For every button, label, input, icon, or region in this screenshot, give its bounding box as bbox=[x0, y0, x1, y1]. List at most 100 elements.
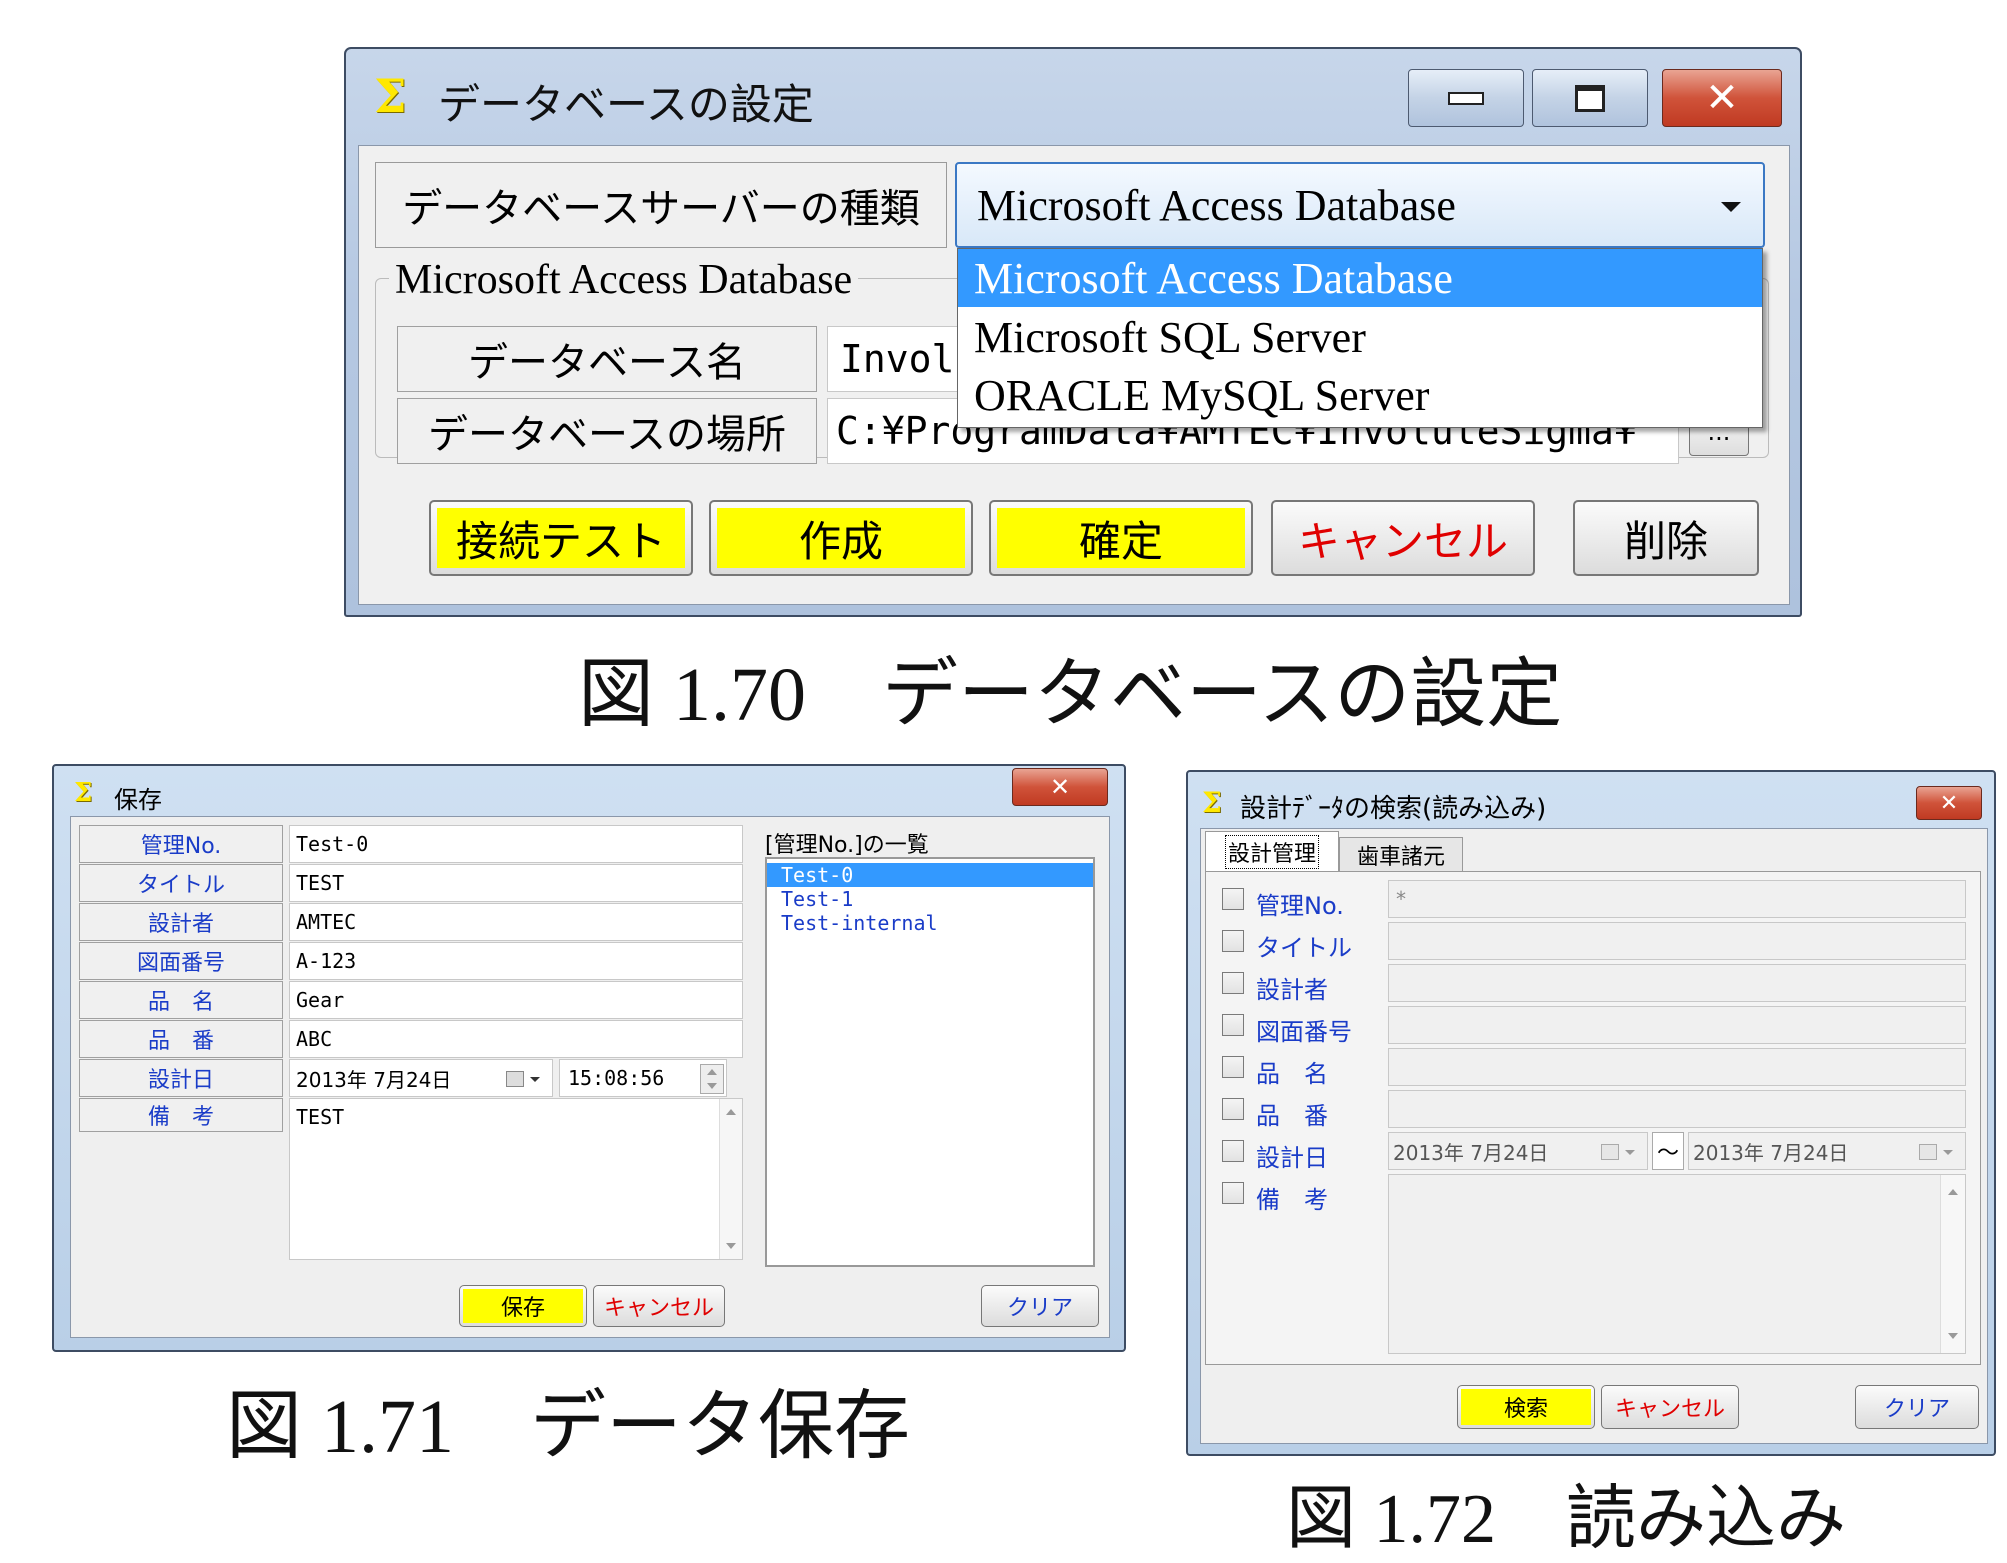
clear-button[interactable]: クリア bbox=[1855, 1385, 1979, 1429]
product-name-field[interactable]: Gear bbox=[289, 981, 743, 1019]
dropdown-option-mysql[interactable]: ORACLE MySQL Server bbox=[958, 367, 1762, 423]
remarks-scrollbar[interactable] bbox=[1940, 1175, 1965, 1353]
checkbox-remarks[interactable] bbox=[1222, 1182, 1244, 1204]
save-button[interactable]: 保存 bbox=[459, 1285, 587, 1327]
drawing-no-field[interactable]: A-123 bbox=[289, 942, 743, 980]
dropdown-option-access[interactable]: Microsoft Access Database bbox=[958, 249, 1762, 307]
checkbox-product-name[interactable] bbox=[1222, 1056, 1244, 1078]
spin-down-icon bbox=[707, 1083, 717, 1089]
checkbox-product-no[interactable] bbox=[1222, 1098, 1244, 1120]
list-item-selected[interactable]: Test-0 bbox=[767, 863, 1093, 887]
sigma-app-icon: Σ bbox=[1202, 786, 1222, 819]
figure-caption-1-70: 図 1.70 データベースの設定 bbox=[578, 653, 1563, 737]
remarks-scrollbar[interactable] bbox=[719, 1099, 742, 1259]
design-data-search-window: Σ 設計ﾃﾞｰﾀの検索(読み込み) ✕ 設計管理 歯車諸元 管理No. タイトル… bbox=[1186, 770, 1996, 1456]
tab-design-management[interactable]: 設計管理 bbox=[1205, 831, 1339, 872]
close-button[interactable]: ✕ bbox=[1012, 768, 1108, 806]
label-column: 管理No. タイトル 設計者 図面番号 品 名 品 番 設計日 備 考 bbox=[79, 825, 283, 1132]
date-range-separator: 〜 bbox=[1652, 1132, 1684, 1170]
field-label-designer: 設計者 bbox=[1256, 976, 1328, 1004]
date-from-picker[interactable]: 2013年 7月24日 bbox=[1388, 1132, 1648, 1170]
calendar-icon[interactable] bbox=[1919, 1144, 1937, 1160]
field-label-kanri: 管理No. bbox=[1256, 892, 1344, 920]
server-type-label: データベースサーバーの種類 bbox=[375, 162, 947, 248]
field-label-product-no: 品 番 bbox=[1256, 1102, 1328, 1130]
drawing-no-search-field[interactable] bbox=[1388, 1006, 1966, 1044]
create-button[interactable]: 作成 bbox=[709, 500, 973, 576]
window-title: 設計ﾃﾞｰﾀの検索(読み込み) bbox=[1240, 794, 1547, 824]
checkbox-kanri[interactable] bbox=[1222, 888, 1244, 910]
product-name-search-field[interactable] bbox=[1388, 1048, 1966, 1086]
checkbox-title[interactable] bbox=[1222, 930, 1244, 952]
db-name-label: データベース名 bbox=[397, 326, 817, 392]
minimize-icon bbox=[1448, 91, 1484, 105]
server-type-select[interactable]: Microsoft Access Database bbox=[955, 162, 1765, 248]
product-no-search-field[interactable] bbox=[1388, 1090, 1966, 1128]
designer-search-field[interactable] bbox=[1388, 964, 1966, 1002]
time-spinner[interactable] bbox=[700, 1064, 724, 1094]
chevron-down-icon bbox=[1943, 1150, 1953, 1155]
close-button[interactable]: ✕ bbox=[1916, 786, 1982, 820]
field-label-date: 設計日 bbox=[1256, 1144, 1328, 1172]
date-picker[interactable]: 2013年 7月24日 bbox=[289, 1059, 553, 1097]
field-label-title: タイトル bbox=[1256, 934, 1352, 962]
clear-button[interactable]: クリア bbox=[981, 1285, 1099, 1327]
designer-field[interactable]: AMTEC bbox=[289, 903, 743, 941]
maximize-icon bbox=[1575, 84, 1605, 112]
save-window: Σ 保存 ✕ 管理No. タイトル 設計者 図面番号 品 名 品 番 設計日 備… bbox=[52, 764, 1126, 1352]
chevron-down-icon bbox=[1625, 1150, 1635, 1155]
connection-test-button[interactable]: 接続テスト bbox=[429, 500, 693, 576]
groupbox-label: Microsoft Access Database bbox=[389, 256, 859, 304]
list-header: [管理No.]の一覧 bbox=[765, 833, 929, 858]
field-label-kanri: 管理No. bbox=[79, 825, 283, 863]
chevron-down-icon bbox=[530, 1077, 540, 1082]
checkbox-drawing-no[interactable] bbox=[1222, 1014, 1244, 1036]
cancel-button[interactable]: キャンセル bbox=[593, 1285, 725, 1327]
date-to-picker[interactable]: 2013年 7月24日 bbox=[1688, 1132, 1966, 1170]
cancel-button[interactable]: キャンセル bbox=[1601, 1385, 1739, 1429]
calendar-icon[interactable] bbox=[1601, 1144, 1619, 1160]
kanri-field[interactable]: Test-0 bbox=[289, 825, 743, 863]
tab-gear-specs[interactable]: 歯車諸元 bbox=[1339, 837, 1463, 872]
close-button[interactable]: ✕ bbox=[1662, 69, 1782, 127]
close-icon: ✕ bbox=[1705, 75, 1739, 121]
checkbox-designer[interactable] bbox=[1222, 972, 1244, 994]
window-client-area: データベースサーバーの種類 Microsoft Access Database … bbox=[358, 145, 1790, 605]
database-settings-window: Σ データベースの設定 ✕ データベースサーバーの種類 Microsoft Ac… bbox=[344, 47, 1802, 617]
delete-button[interactable]: 削除 bbox=[1573, 500, 1759, 576]
scroll-up-icon[interactable] bbox=[726, 1109, 736, 1115]
db-location-label: データベースの場所 bbox=[397, 398, 817, 464]
title-search-field[interactable] bbox=[1388, 922, 1966, 960]
remarks-textarea[interactable]: TEST bbox=[289, 1098, 743, 1260]
product-no-field[interactable]: ABC bbox=[289, 1020, 743, 1058]
window-title: データベースの設定 bbox=[438, 80, 814, 129]
window-title: 保存 bbox=[114, 786, 162, 814]
field-label-remarks: 備 考 bbox=[1256, 1186, 1328, 1214]
search-button[interactable]: 検索 bbox=[1457, 1385, 1595, 1429]
dropdown-option-sqlserver[interactable]: Microsoft SQL Server bbox=[958, 309, 1762, 365]
confirm-button[interactable]: 確定 bbox=[989, 500, 1253, 576]
kanri-search-field[interactable]: * bbox=[1388, 880, 1966, 918]
sigma-app-icon: Σ bbox=[74, 778, 93, 808]
field-label-product-no: 品 番 bbox=[79, 1020, 283, 1058]
maximize-button[interactable] bbox=[1532, 69, 1648, 127]
spin-up-icon bbox=[707, 1069, 717, 1075]
checkbox-date[interactable] bbox=[1222, 1140, 1244, 1162]
cancel-button[interactable]: キャンセル bbox=[1271, 500, 1535, 576]
field-label-drawing-no: 図面番号 bbox=[79, 942, 283, 980]
field-label-date: 設計日 bbox=[79, 1059, 283, 1097]
title-field[interactable]: TEST bbox=[289, 864, 743, 902]
remarks-search-textarea[interactable] bbox=[1388, 1174, 1966, 1354]
scroll-down-icon[interactable] bbox=[726, 1243, 736, 1249]
window-client-area: 管理No. タイトル 設計者 図面番号 品 名 品 番 設計日 備 考 Test… bbox=[70, 816, 1110, 1338]
scroll-up-icon[interactable] bbox=[1948, 1189, 1958, 1195]
field-label-product-name: 品 名 bbox=[79, 981, 283, 1019]
minimize-button[interactable] bbox=[1408, 69, 1524, 127]
time-field[interactable]: 15:08:56 bbox=[559, 1059, 727, 1097]
list-item[interactable]: Test-internal bbox=[767, 911, 1093, 935]
kanri-list-box[interactable]: Test-0 Test-1 Test-internal bbox=[765, 857, 1095, 1267]
calendar-icon[interactable] bbox=[506, 1071, 524, 1087]
list-item[interactable]: Test-1 bbox=[767, 887, 1093, 911]
scroll-down-icon[interactable] bbox=[1948, 1333, 1958, 1339]
field-label-remarks: 備 考 bbox=[79, 1098, 283, 1132]
